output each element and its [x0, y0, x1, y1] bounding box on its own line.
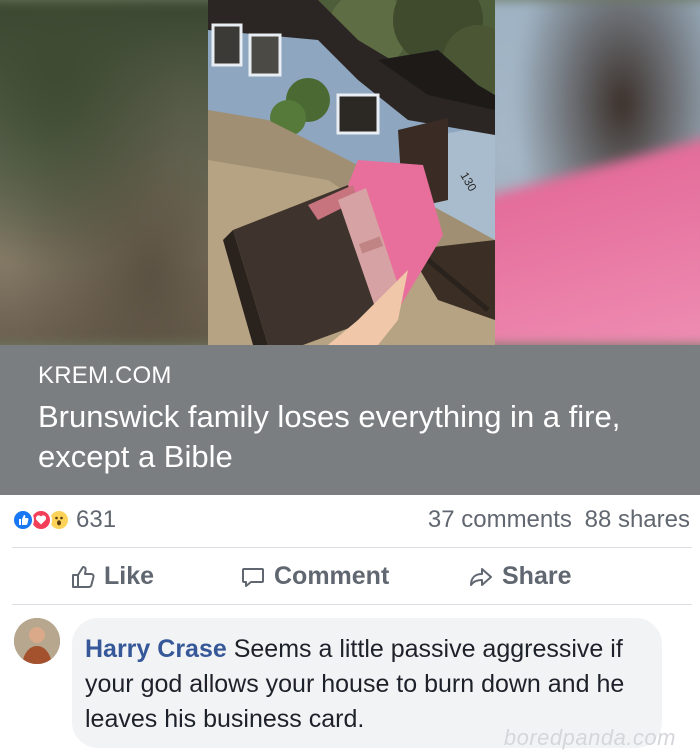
- post-action-bar: Like Comment Share: [0, 550, 700, 602]
- engagement-stats: 37 comments 88 shares: [428, 506, 690, 534]
- watermark: boredpanda.com: [503, 725, 676, 750]
- reaction-summary[interactable]: 631: [12, 506, 116, 534]
- blurred-background-right: [484, 0, 700, 345]
- speech-bubble-icon: [242, 567, 264, 587]
- link-preview-image[interactable]: 130: [0, 0, 700, 345]
- comment-label: Comment: [274, 562, 390, 590]
- like-button[interactable]: Like: [70, 562, 154, 591]
- comment: Harry Crase Seems a little passive aggre…: [0, 610, 700, 755]
- avatar[interactable]: [14, 618, 60, 664]
- like-label: Like: [104, 562, 155, 590]
- comment-button[interactable]: Comment: [240, 562, 389, 591]
- like-icon: [12, 509, 34, 531]
- link-preview-caption[interactable]: KREM.COM Brunswick family loses everythi…: [0, 345, 700, 495]
- comment-author[interactable]: Harry Crase: [85, 635, 227, 663]
- divider: [12, 547, 692, 548]
- share-button[interactable]: Share: [468, 562, 571, 591]
- link-domain: KREM.COM: [38, 362, 172, 389]
- reactions-row: 631 37 comments 88 shares: [0, 495, 700, 545]
- comments-count-link[interactable]: 37 comments: [428, 506, 572, 533]
- thumbs-up-icon: [72, 565, 95, 588]
- shares-count-link[interactable]: 88 shares: [585, 506, 690, 533]
- blurred-background-left: [0, 0, 220, 345]
- burned-house-photo: 130: [208, 0, 495, 345]
- link-title[interactable]: Brunswick family loses everything in a f…: [38, 397, 662, 477]
- reaction-count: 631: [76, 506, 117, 533]
- share-label: Share: [502, 562, 572, 590]
- divider: [12, 604, 692, 605]
- share-arrow-icon: [470, 567, 492, 586]
